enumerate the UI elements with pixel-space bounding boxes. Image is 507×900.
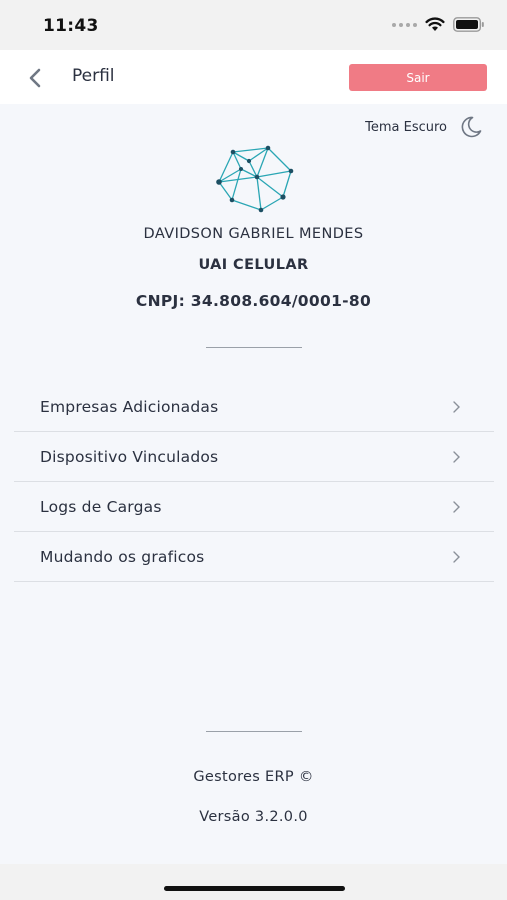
company-logo — [216, 145, 294, 213]
app-version: Versão 3.2.0.0 — [199, 809, 308, 825]
chevron-right-icon — [453, 501, 460, 513]
page-title: Perfil — [72, 66, 115, 86]
chevron-right-icon — [453, 401, 460, 413]
menu-item-graficos[interactable]: Mudando os graficos — [14, 532, 494, 582]
dark-theme-toggle[interactable]: Tema Escuro — [365, 114, 483, 140]
cnpj-text: CNPJ: 34.808.604/0001-80 — [135, 292, 372, 310]
signal-icon — [392, 22, 417, 27]
company-name: UAI CELULAR — [198, 257, 309, 273]
profile-menu: Empresas Adicionadas Dispositivo Vincula… — [14, 382, 494, 582]
logout-button[interactable]: Sair — [349, 64, 487, 91]
menu-item-label: Logs de Cargas — [40, 497, 162, 516]
back-chevron-icon[interactable] — [24, 66, 48, 90]
battery-icon — [453, 17, 484, 32]
status-time: 11:43 — [43, 16, 99, 36]
menu-item-logs[interactable]: Logs de Cargas — [14, 482, 494, 532]
status-icons — [392, 17, 485, 32]
menu-item-label: Empresas Adicionadas — [40, 397, 219, 416]
wifi-icon — [425, 17, 445, 31]
theme-label: Tema Escuro — [365, 119, 447, 135]
home-area — [0, 864, 507, 900]
user-name: DAVIDSON GABRIEL MENDES — [143, 226, 364, 242]
chevron-right-icon — [453, 551, 460, 563]
divider — [206, 347, 302, 348]
nav-bar: Perfil Sair — [0, 50, 507, 104]
menu-item-label: Mudando os graficos — [40, 547, 205, 566]
chevron-right-icon — [453, 451, 460, 463]
menu-item-empresas[interactable]: Empresas Adicionadas — [14, 382, 494, 432]
profile-content: Tema Escuro DAVIDSON GABRIEL MENDES UAI … — [0, 104, 507, 864]
menu-item-label: Dispositivo Vinculados — [40, 447, 219, 466]
moon-icon[interactable] — [457, 114, 483, 140]
footer-divider — [206, 731, 302, 732]
footer-company: Gestores ERP © — [193, 769, 314, 785]
status-bar: 11:43 — [0, 0, 507, 50]
menu-item-dispositivos[interactable]: Dispositivo Vinculados — [14, 432, 494, 482]
home-indicator[interactable] — [164, 886, 345, 891]
